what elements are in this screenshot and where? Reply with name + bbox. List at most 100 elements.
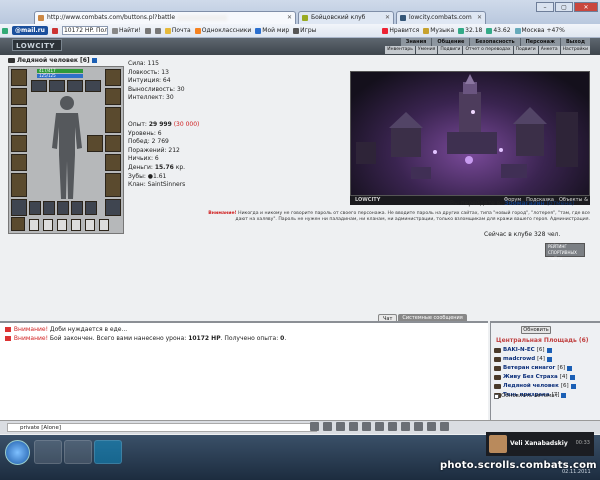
info-icon[interactable] — [561, 392, 567, 398]
slot-bracers[interactable] — [11, 88, 27, 105]
slot-pet[interactable] — [11, 217, 25, 231]
slot-gloves[interactable] — [105, 88, 121, 105]
submenu-skills[interactable]: Умения — [415, 46, 438, 54]
taskbar-explorer-icon[interactable] — [34, 440, 62, 464]
toolbar-currency[interactable]: 43.62 — [486, 27, 511, 34]
slot-spell-6[interactable] — [99, 219, 109, 231]
toolbar-leaf-icon[interactable] — [2, 27, 8, 34]
toolbar-item-games[interactable]: Игры — [293, 27, 316, 34]
slot-earrings[interactable] — [49, 80, 65, 92]
slot-shield[interactable] — [105, 107, 121, 133]
clear-icon[interactable] — [323, 422, 332, 431]
browser-tab-club[interactable]: Бойцовский клуб ✕ — [298, 11, 394, 24]
player-action-icon[interactable] — [494, 374, 501, 380]
slot-earring-right[interactable] — [105, 69, 121, 86]
slot-boots[interactable] — [11, 173, 27, 197]
translit-icon[interactable] — [362, 422, 371, 431]
toolbar-bookmark-icon[interactable] — [154, 27, 161, 34]
slot-potion-3[interactable] — [57, 201, 69, 215]
menu-communication[interactable]: Общение — [432, 38, 470, 46]
slot-armor[interactable] — [11, 135, 27, 152]
close-tab-icon[interactable]: ✕ — [477, 14, 482, 21]
cancel-move-link[interactable]: (отмена) — [545, 200, 575, 207]
toolbar-weather[interactable]: 32.18 — [458, 27, 482, 34]
slot-potion-4[interactable] — [71, 201, 83, 215]
player-action-icon[interactable] — [494, 383, 501, 389]
slot-amulet[interactable] — [31, 80, 47, 92]
slot-rune[interactable] — [85, 80, 101, 92]
toolbar-play-icon[interactable] — [51, 27, 58, 34]
start-button[interactable] — [5, 440, 30, 465]
character-name[interactable]: Ледяной человек [6] — [8, 57, 97, 64]
submenu-transfers[interactable]: Отчет о переводах — [463, 46, 513, 54]
player-action-icon[interactable] — [494, 356, 501, 362]
smile-icon[interactable] — [349, 422, 358, 431]
bags-icon[interactable] — [427, 422, 436, 431]
menu-security[interactable]: Безопасность — [470, 38, 520, 46]
menu-exit[interactable]: Выход — [560, 38, 590, 46]
slot-spell-2[interactable] — [43, 219, 53, 231]
slot-belt[interactable] — [11, 154, 27, 171]
toolbar-item-odnoklassniki[interactable]: Одноклассники — [194, 27, 251, 34]
toolbar-item-music[interactable]: Музыка — [423, 27, 454, 34]
location-scene[interactable] — [350, 71, 590, 196]
info-icon[interactable] — [546, 347, 552, 353]
mailru-counter[interactable]: РЕЙТИНГ СПОРТИВНЫХ mail.ru — [545, 243, 585, 261]
scroll-down-icon[interactable] — [440, 422, 449, 431]
toolbar-search-input[interactable]: 10172 HP. Получено — [61, 26, 108, 35]
info-icon[interactable] — [91, 58, 97, 63]
slot-leggings[interactable] — [105, 173, 121, 197]
slot-spell-4[interactable] — [71, 219, 81, 231]
slot-spell-1[interactable] — [29, 219, 39, 231]
music-toggle-icon[interactable] — [401, 422, 410, 431]
browser-tab-lowcity[interactable]: lowcity.combats.com ✕ — [396, 11, 486, 24]
player-action-icon[interactable] — [494, 347, 501, 353]
submenu-feats-2[interactable]: Подвиги — [513, 46, 538, 54]
toolbar-item-mail[interactable]: Почта — [164, 27, 191, 34]
player-item[interactable]: madcrowd [4] — [494, 356, 552, 362]
slot-potion-1[interactable] — [29, 201, 41, 215]
toolbar-item-like[interactable]: Нравится — [382, 27, 419, 34]
menu-knowledge[interactable]: Знания — [400, 38, 432, 46]
taskbar-skype-icon[interactable] — [94, 440, 122, 464]
info-icon[interactable] — [567, 365, 573, 371]
toolbar-tools-icon[interactable] — [144, 27, 151, 34]
menu-character[interactable]: Персонаж — [520, 38, 560, 46]
chat-input[interactable]: private [Alone] — [7, 423, 317, 432]
mailru-logo[interactable]: @mail.ru — [12, 26, 48, 35]
slot-potion-5[interactable] — [85, 201, 97, 215]
submenu-inventory[interactable]: Инвентарь — [385, 46, 415, 54]
player-item[interactable]: Ветеран синагог [6] — [494, 365, 573, 371]
skype-notification[interactable]: Veli Xanabadskiy 00:33 — [486, 432, 594, 456]
submenu-settings[interactable]: Настройки — [560, 46, 590, 54]
info-icon[interactable] — [546, 356, 552, 362]
slot-ring-3[interactable] — [105, 154, 121, 171]
close-tab-icon[interactable]: ✕ — [385, 14, 390, 21]
player-item[interactable]: Ледяной человек [6] — [494, 383, 576, 389]
slot-weapon[interactable] — [11, 107, 27, 133]
slot-potion-2[interactable] — [43, 201, 55, 215]
destination-link[interactable]: Зоомагазин — [504, 200, 544, 207]
find-button[interactable]: Найти! — [111, 27, 141, 34]
submenu-feats[interactable]: Подвиги — [438, 46, 463, 54]
taskbar-ie-icon[interactable] — [64, 440, 92, 464]
slot-ring-1[interactable] — [87, 135, 103, 152]
refresh-button[interactable]: Обновить — [521, 326, 551, 334]
slot-spell-5[interactable] — [85, 219, 95, 231]
info-icon[interactable] — [570, 383, 576, 389]
slot-spell-3[interactable] — [57, 219, 67, 231]
checkbox-box[interactable] — [494, 393, 499, 399]
browser-tab-battle[interactable]: http://www.combats.com/buttons.pl?battle… — [34, 11, 296, 25]
toolbar-city[interactable]: Москва +47% — [514, 27, 565, 34]
toolbar-item-myworld[interactable]: Мой мир — [255, 27, 289, 34]
info-icon[interactable] — [569, 374, 575, 380]
minimize-icon[interactable]: – — [536, 2, 554, 12]
slot-extra-right[interactable] — [105, 199, 121, 216]
filter-icon[interactable] — [336, 422, 345, 431]
auto-refresh-checkbox[interactable]: Обновлять автомат. — [494, 393, 560, 399]
slot-necklace[interactable] — [67, 80, 83, 92]
slot-ring-2[interactable] — [105, 135, 121, 152]
player-item[interactable]: Живу Без Страха [4] — [494, 374, 575, 380]
maximize-icon[interactable]: ▢ — [555, 2, 573, 12]
slot-extra-left[interactable] — [11, 199, 27, 216]
